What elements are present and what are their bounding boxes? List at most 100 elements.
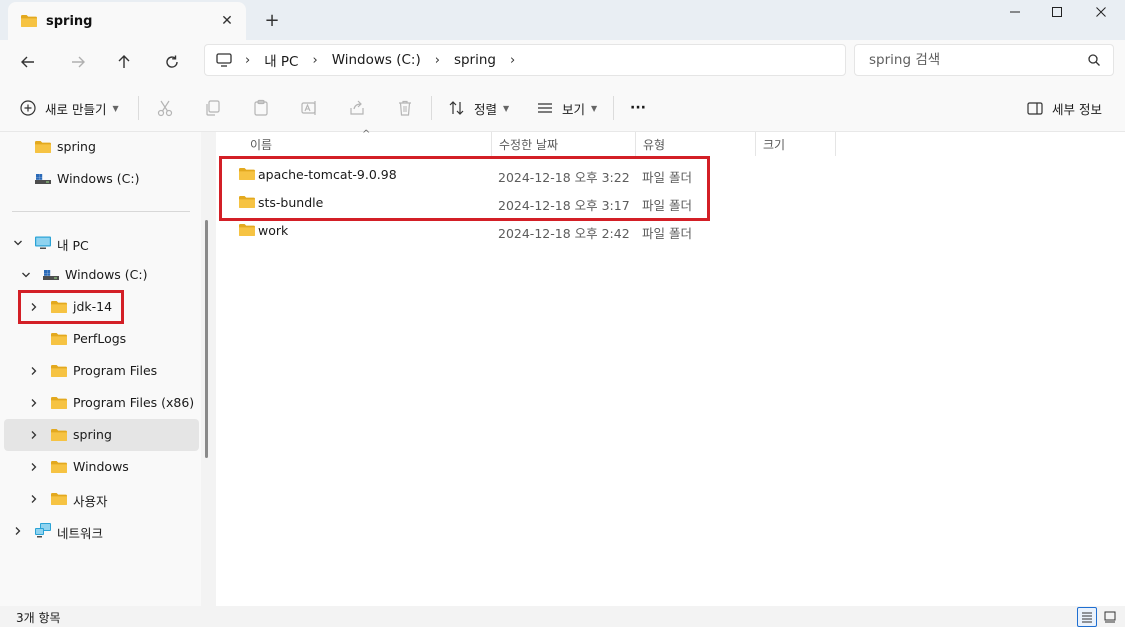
chevron-down-icon: ▼ — [591, 103, 598, 113]
folder-icon — [50, 491, 68, 507]
sort-button-label: 정렬 — [474, 101, 498, 117]
column-divider[interactable] — [755, 132, 756, 156]
column-divider[interactable] — [491, 132, 492, 156]
column-divider[interactable] — [635, 132, 636, 156]
tab-close-icon[interactable]: ✕ — [218, 12, 236, 30]
folder-icon — [50, 331, 68, 347]
search-input[interactable] — [869, 52, 1079, 68]
column-type-label: 유형 — [643, 137, 666, 152]
sidebar-item-users[interactable]: 사용자 — [4, 483, 199, 515]
address-bar[interactable]: › 내 PC › Windows (C:) › spring › — [204, 44, 846, 76]
column-header-size[interactable]: 크기 — [763, 132, 785, 156]
chevron-right-icon[interactable] — [28, 493, 40, 505]
paste-button[interactable] — [250, 97, 272, 119]
sidebar-item-windows[interactable]: Windows — [4, 451, 199, 483]
command-bar: 새로 만들기 ▼ 정렬 ▼ 보기 ▼ ··· 세부 정보 — [0, 84, 1125, 132]
scissors-icon — [157, 100, 173, 117]
minimize-icon — [1010, 11, 1020, 13]
chevron-right-icon[interactable]: › — [435, 53, 440, 68]
table-row[interactable]: work 2024-12-18 오후 2:42 파일 폴더 — [216, 217, 1125, 245]
breadcrumb-spring[interactable]: spring — [454, 52, 496, 68]
column-header-name[interactable]: 이름 — [250, 132, 272, 156]
chevron-right-icon[interactable] — [28, 429, 40, 441]
folder-icon — [238, 223, 256, 237]
column-divider[interactable] — [835, 132, 836, 156]
chevron-down-icon[interactable] — [12, 237, 24, 249]
chevron-right-icon[interactable] — [28, 397, 40, 409]
copy-button[interactable] — [202, 97, 224, 119]
sidebar-item-perflogs[interactable]: PerfLogs — [4, 323, 199, 355]
share-icon — [350, 100, 364, 115]
clipboard-icon — [254, 99, 268, 116]
chevron-right-icon[interactable]: › — [312, 53, 317, 68]
share-button[interactable] — [346, 97, 368, 119]
sidebar-item-label: Program Files (x86) — [73, 395, 195, 410]
new-button[interactable]: 새로 만들기 ▼ — [19, 96, 119, 120]
sidebar-scrollbar[interactable] — [205, 220, 208, 458]
sidebar-item-label: Windows (C:) — [57, 171, 140, 186]
item-count: 3개 항목 — [16, 611, 61, 625]
folder-icon — [50, 363, 68, 379]
folder-icon — [50, 427, 68, 443]
chevron-down-icon: ▼ — [503, 103, 510, 113]
breadcrumb-this-pc[interactable]: 내 PC — [264, 50, 298, 70]
search-icon[interactable] — [1087, 53, 1101, 67]
forward-button[interactable] — [66, 50, 90, 74]
folder-icon — [50, 459, 68, 475]
view-button[interactable]: 보기 ▼ — [536, 96, 597, 120]
maximize-icon — [1052, 7, 1062, 17]
column-name-label: 이름 — [250, 137, 273, 152]
chevron-right-icon[interactable] — [12, 525, 24, 537]
chevron-right-icon[interactable]: › — [245, 53, 250, 68]
sidebar-item-program-files-x86[interactable]: Program Files (x86) — [4, 387, 199, 419]
sidebar-item-label: spring — [57, 139, 96, 154]
breadcrumb-windows-c[interactable]: Windows (C:) — [332, 52, 421, 68]
sidebar-item-spring-quick[interactable]: spring — [4, 131, 199, 163]
sort-button[interactable]: 정렬 ▼ — [448, 96, 509, 120]
refresh-icon — [166, 55, 178, 68]
sidebar-item-network[interactable]: 네트워크 — [4, 515, 199, 547]
details-pane-button[interactable]: 세부 정보 — [1026, 96, 1102, 120]
view-button-label: 보기 — [562, 101, 586, 117]
search-box[interactable] — [854, 44, 1114, 76]
chevron-down-icon[interactable] — [20, 269, 32, 281]
file-name: work — [258, 223, 289, 238]
sidebar-item-windows-quick[interactable]: Windows (C:) — [4, 163, 199, 195]
sidebar-item-label: Windows (C:) — [65, 267, 148, 282]
list-view-icon — [538, 103, 552, 113]
sidebar-item-windows-c[interactable]: Windows (C:) — [4, 259, 199, 291]
back-button[interactable] — [16, 50, 40, 74]
minimize-button[interactable] — [992, 0, 1038, 24]
trash-icon — [399, 100, 411, 116]
title-bar: spring ✕ + — [0, 0, 1125, 40]
sidebar-item-spring[interactable]: spring — [4, 419, 199, 451]
sidebar-item-program-files[interactable]: Program Files — [4, 355, 199, 387]
column-header-type[interactable]: 유형 — [643, 132, 665, 156]
cut-button[interactable] — [154, 97, 176, 119]
chevron-right-icon[interactable]: › — [510, 53, 515, 68]
chevron-right-icon[interactable] — [28, 461, 40, 473]
close-window-button[interactable] — [1078, 0, 1124, 24]
folder-icon — [50, 395, 68, 411]
tiles-view-button[interactable] — [1100, 607, 1120, 627]
rename-button[interactable] — [298, 97, 320, 119]
tab-spring[interactable]: spring ✕ — [8, 2, 246, 40]
delete-button[interactable] — [394, 97, 416, 119]
toolbar-divider — [138, 96, 139, 120]
chevron-right-icon[interactable] — [28, 365, 40, 377]
column-size-label: 크기 — [763, 137, 786, 152]
folder-icon — [20, 14, 38, 28]
new-tab-button[interactable]: + — [262, 10, 282, 31]
column-date-label: 수정한 날짜 — [499, 137, 559, 152]
column-header-date[interactable]: 수정한 날짜 — [499, 132, 558, 156]
chevron-down-icon: ▼ — [112, 103, 119, 113]
up-button[interactable] — [112, 50, 136, 74]
sidebar-item-label: PerfLogs — [73, 331, 127, 346]
folder-icon — [34, 139, 52, 155]
sidebar-item-this-pc[interactable]: 내 PC — [4, 227, 199, 259]
maximize-button[interactable] — [1034, 0, 1080, 24]
refresh-button[interactable] — [160, 50, 184, 74]
status-bar: 3개 항목 — [0, 606, 1125, 627]
details-view-button[interactable] — [1077, 607, 1097, 627]
more-options-button[interactable]: ··· — [630, 96, 646, 120]
